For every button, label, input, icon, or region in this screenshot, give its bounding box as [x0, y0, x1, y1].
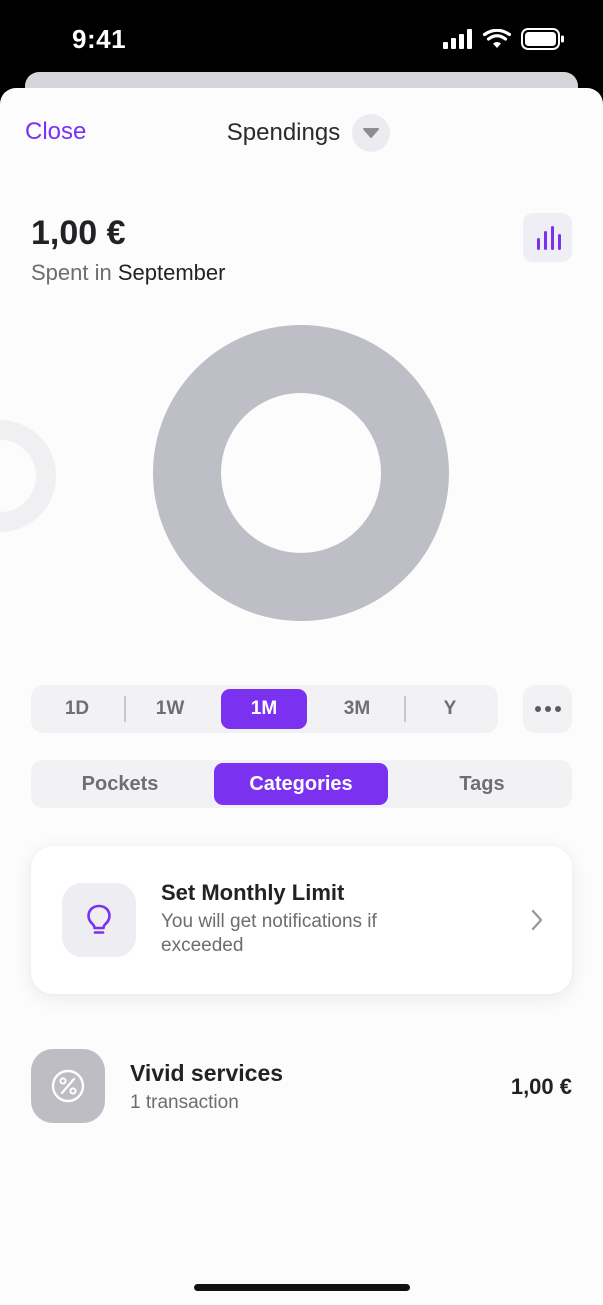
group-tab-categories[interactable]: Categories — [214, 763, 388, 805]
status-bar: 9:41 — [0, 0, 603, 80]
period-tab-y[interactable]: Y — [407, 689, 493, 729]
category-name: Vivid services — [130, 1060, 284, 1086]
more-dot-icon — [554, 706, 561, 712]
more-options-button[interactable] — [523, 685, 572, 733]
status-time: 9:41 — [72, 24, 127, 54]
more-dot-icon — [534, 706, 541, 712]
category-amount: 1,00 € — [510, 1074, 572, 1099]
limit-icon-tile — [62, 883, 136, 957]
title-selector[interactable]: Spendings — [0, 114, 603, 152]
more-dot-icon — [544, 706, 551, 712]
limit-description: You will get notifications if exceeded — [161, 911, 377, 956]
transaction-count: 1 transaction — [130, 1092, 239, 1113]
cellular-signal-icon — [443, 29, 472, 49]
spent-prefix: Spent in — [31, 260, 112, 285]
period-tab-1m[interactable]: 1M — [221, 689, 307, 729]
period-tab-1w[interactable]: 1W — [127, 689, 213, 729]
home-indicator — [194, 1284, 410, 1291]
bar-chart-icon — [536, 225, 561, 250]
triangle-down-icon — [363, 128, 380, 138]
category-icon-tile — [31, 1049, 105, 1123]
previous-period-donut[interactable] — [0, 416, 60, 536]
spendings-sheet: Close Spendings 1,00 € Spent in Septembe… — [0, 88, 603, 1305]
period-tab-3m[interactable]: 3M — [314, 689, 400, 729]
group-selector: Pockets Categories Tags — [31, 760, 572, 808]
lightbulb-icon — [87, 904, 111, 934]
bar-chart-toggle-button[interactable] — [523, 213, 572, 262]
battery-icon — [521, 28, 564, 50]
donut-slice-0[interactable] — [153, 325, 449, 621]
spent-month: September — [117, 260, 226, 285]
limit-title: Set Monthly Limit — [161, 880, 345, 905]
title-dropdown-button[interactable] — [352, 114, 391, 152]
chevron-right-icon — [531, 909, 543, 931]
group-tab-tags[interactable]: Tags — [397, 763, 567, 805]
percent-icon — [51, 1069, 85, 1103]
spent-period: Spent in September — [31, 260, 225, 286]
period-tab-1d[interactable]: 1D — [34, 689, 120, 729]
status-icons — [443, 28, 565, 50]
period-divider — [404, 696, 406, 722]
wifi-icon — [483, 29, 511, 48]
set-monthly-limit-card[interactable]: Set Monthly Limit You will get notificat… — [31, 846, 572, 994]
total-amount: 1,00 € — [31, 214, 126, 252]
period-selector: 1D 1W 1M 3M Y — [31, 685, 498, 733]
group-tab-pockets[interactable]: Pockets — [35, 763, 205, 805]
spending-donut-chart[interactable] — [153, 325, 449, 621]
category-row[interactable]: Vivid services 1 transaction 1,00 € — [31, 1048, 572, 1126]
period-divider — [124, 696, 126, 722]
page-title: Spendings — [226, 119, 341, 146]
